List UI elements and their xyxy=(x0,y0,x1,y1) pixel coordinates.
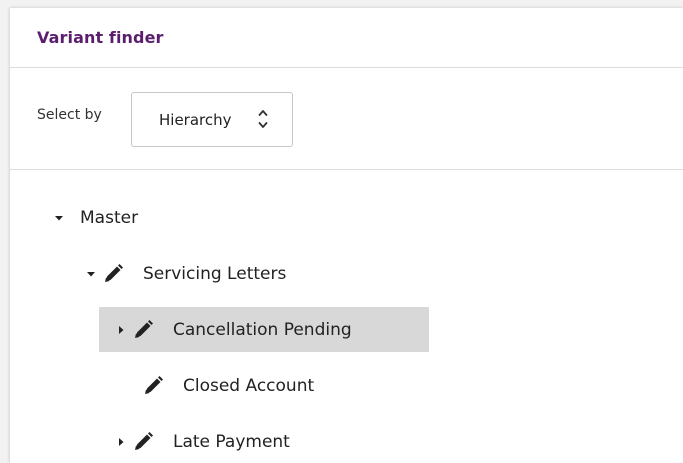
tree-node-closed-account[interactable]: Closed Account xyxy=(142,363,314,408)
tree-node-label: Late Payment xyxy=(173,431,290,452)
tree-node-label: Cancellation Pending xyxy=(173,319,352,340)
variant-finder-panel: Variant finder Select by Hierarchy Maste… xyxy=(10,8,683,463)
tree-node-label: Closed Account xyxy=(183,375,315,396)
caret-down-icon[interactable] xyxy=(86,269,96,279)
pencil-icon[interactable] xyxy=(132,431,154,453)
tree-node-label: Servicing Letters xyxy=(143,263,287,284)
select-value: Hierarchy xyxy=(159,110,232,129)
tree-node-master[interactable]: Master xyxy=(54,195,138,240)
caret-down-icon[interactable] xyxy=(54,213,64,223)
select-by-bar: Select by Hierarchy xyxy=(10,68,683,170)
panel-title: Variant finder xyxy=(37,28,164,47)
caret-right-icon[interactable] xyxy=(116,437,126,447)
tree-node-label: Master xyxy=(80,207,139,228)
select-by-label: Select by xyxy=(37,107,102,123)
panel-header: Variant finder xyxy=(10,8,683,68)
tree-node-servicing-letters[interactable]: Servicing Letters xyxy=(86,251,286,296)
tree-node-cancellation-pending[interactable]: Cancellation Pending xyxy=(99,307,429,352)
pencil-icon[interactable] xyxy=(142,375,164,397)
pencil-icon[interactable] xyxy=(102,263,124,285)
caret-right-icon[interactable] xyxy=(116,325,126,335)
tree-node-late-payment[interactable]: Late Payment xyxy=(116,419,290,463)
pencil-icon[interactable] xyxy=(132,319,154,341)
hierarchy-select[interactable]: Hierarchy xyxy=(131,92,293,147)
up-down-arrows-icon xyxy=(258,110,268,128)
